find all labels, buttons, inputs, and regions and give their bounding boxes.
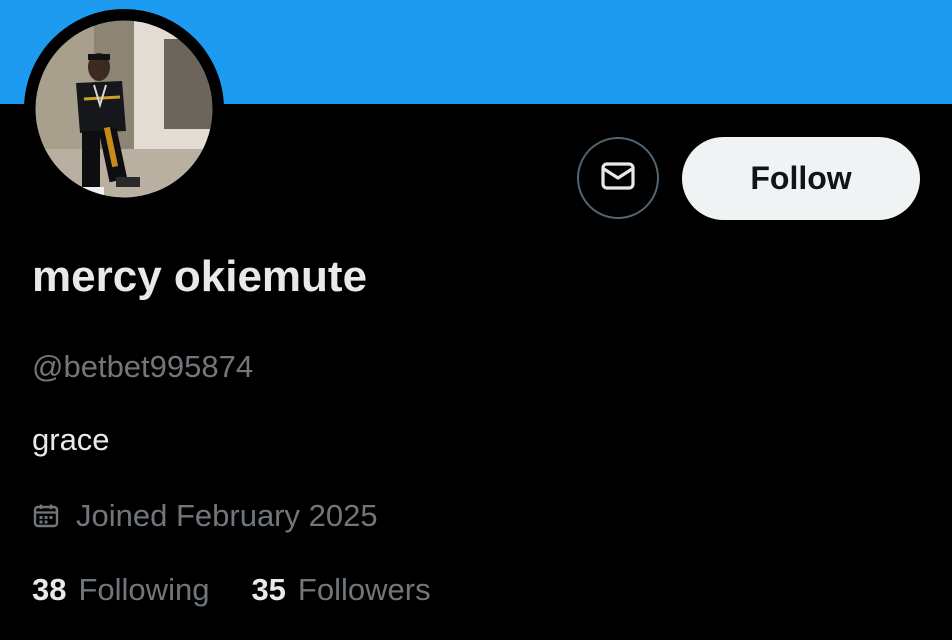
followers-label: Followers bbox=[297, 572, 431, 607]
username-handle: @betbet995874 bbox=[32, 349, 254, 384]
following-count: 38 bbox=[32, 572, 67, 607]
display-name: mercy okiemute bbox=[32, 252, 368, 301]
following-link[interactable]: 38 Following bbox=[32, 572, 209, 608]
message-button[interactable] bbox=[577, 137, 659, 219]
join-date: Joined February 2025 bbox=[32, 498, 378, 534]
following-label: Following bbox=[78, 572, 210, 607]
follow-stats: 38 Following 35 Followers bbox=[32, 572, 431, 608]
follow-button[interactable]: Follow bbox=[682, 137, 920, 220]
envelope-icon bbox=[598, 156, 638, 201]
avatar-photo bbox=[24, 9, 224, 209]
calendar-icon bbox=[32, 502, 60, 530]
avatar[interactable] bbox=[24, 9, 224, 209]
join-date-text: Joined February 2025 bbox=[76, 498, 378, 533]
followers-count: 35 bbox=[251, 572, 286, 607]
followers-link[interactable]: 35 Followers bbox=[251, 572, 430, 608]
profile-page: Follow mercy okiemute @betbet995874 grac… bbox=[0, 0, 952, 640]
bio: grace bbox=[32, 422, 110, 457]
